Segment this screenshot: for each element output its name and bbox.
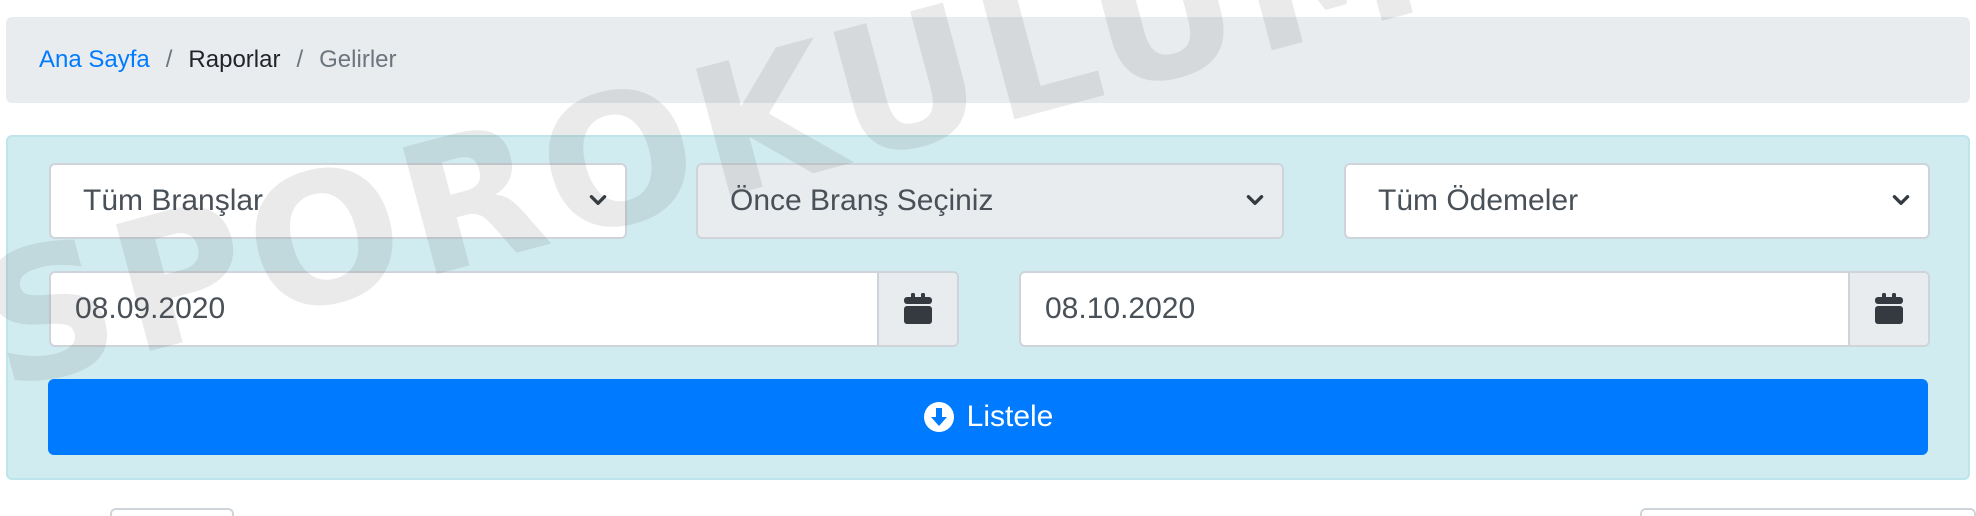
start-date-picker-button[interactable] bbox=[877, 273, 957, 345]
breadcrumb-current: Gelirler bbox=[319, 46, 397, 73]
tab-stub bbox=[1640, 508, 1976, 516]
branch-select-value: Tüm Branşlar bbox=[83, 184, 264, 217]
group-select[interactable]: Önce Branş Seçiniz bbox=[696, 163, 1284, 239]
chevron-down-icon bbox=[589, 195, 607, 205]
arrow-circle-down-icon bbox=[923, 402, 954, 432]
start-date-group: 08.09.2020 bbox=[49, 271, 959, 347]
breadcrumb-reports[interactable]: Raporlar bbox=[188, 46, 280, 74]
end-date-input[interactable]: 08.10.2020 bbox=[1021, 273, 1848, 345]
tab-stub bbox=[110, 508, 234, 516]
breadcrumb-separator: / bbox=[296, 46, 304, 73]
breadcrumb-home-link[interactable]: Ana Sayfa bbox=[39, 46, 150, 74]
chevron-down-icon bbox=[1892, 195, 1910, 205]
list-button-label: Listele bbox=[966, 400, 1054, 433]
payment-select-value: Tüm Ödemeler bbox=[1378, 184, 1579, 217]
chevron-down-icon bbox=[1246, 195, 1264, 205]
breadcrumb: Ana Sayfa / Raporlar / Gelirler bbox=[6, 17, 1970, 103]
list-button[interactable]: Listele bbox=[48, 379, 1928, 455]
end-date-picker-button[interactable] bbox=[1848, 273, 1928, 345]
branch-select[interactable]: Tüm Branşlar bbox=[49, 163, 627, 239]
start-date-input[interactable]: 08.09.2020 bbox=[51, 273, 877, 345]
group-select-value: Önce Branş Seçiniz bbox=[730, 184, 994, 217]
payment-select[interactable]: Tüm Ödemeler bbox=[1344, 163, 1930, 239]
calendar-icon bbox=[904, 293, 932, 324]
filter-panel: Tüm Branşlar Önce Branş Seçiniz Tüm Ödem… bbox=[6, 135, 1970, 480]
end-date-group: 08.10.2020 bbox=[1019, 271, 1930, 347]
calendar-icon bbox=[1875, 293, 1903, 324]
breadcrumb-separator: / bbox=[165, 46, 173, 73]
